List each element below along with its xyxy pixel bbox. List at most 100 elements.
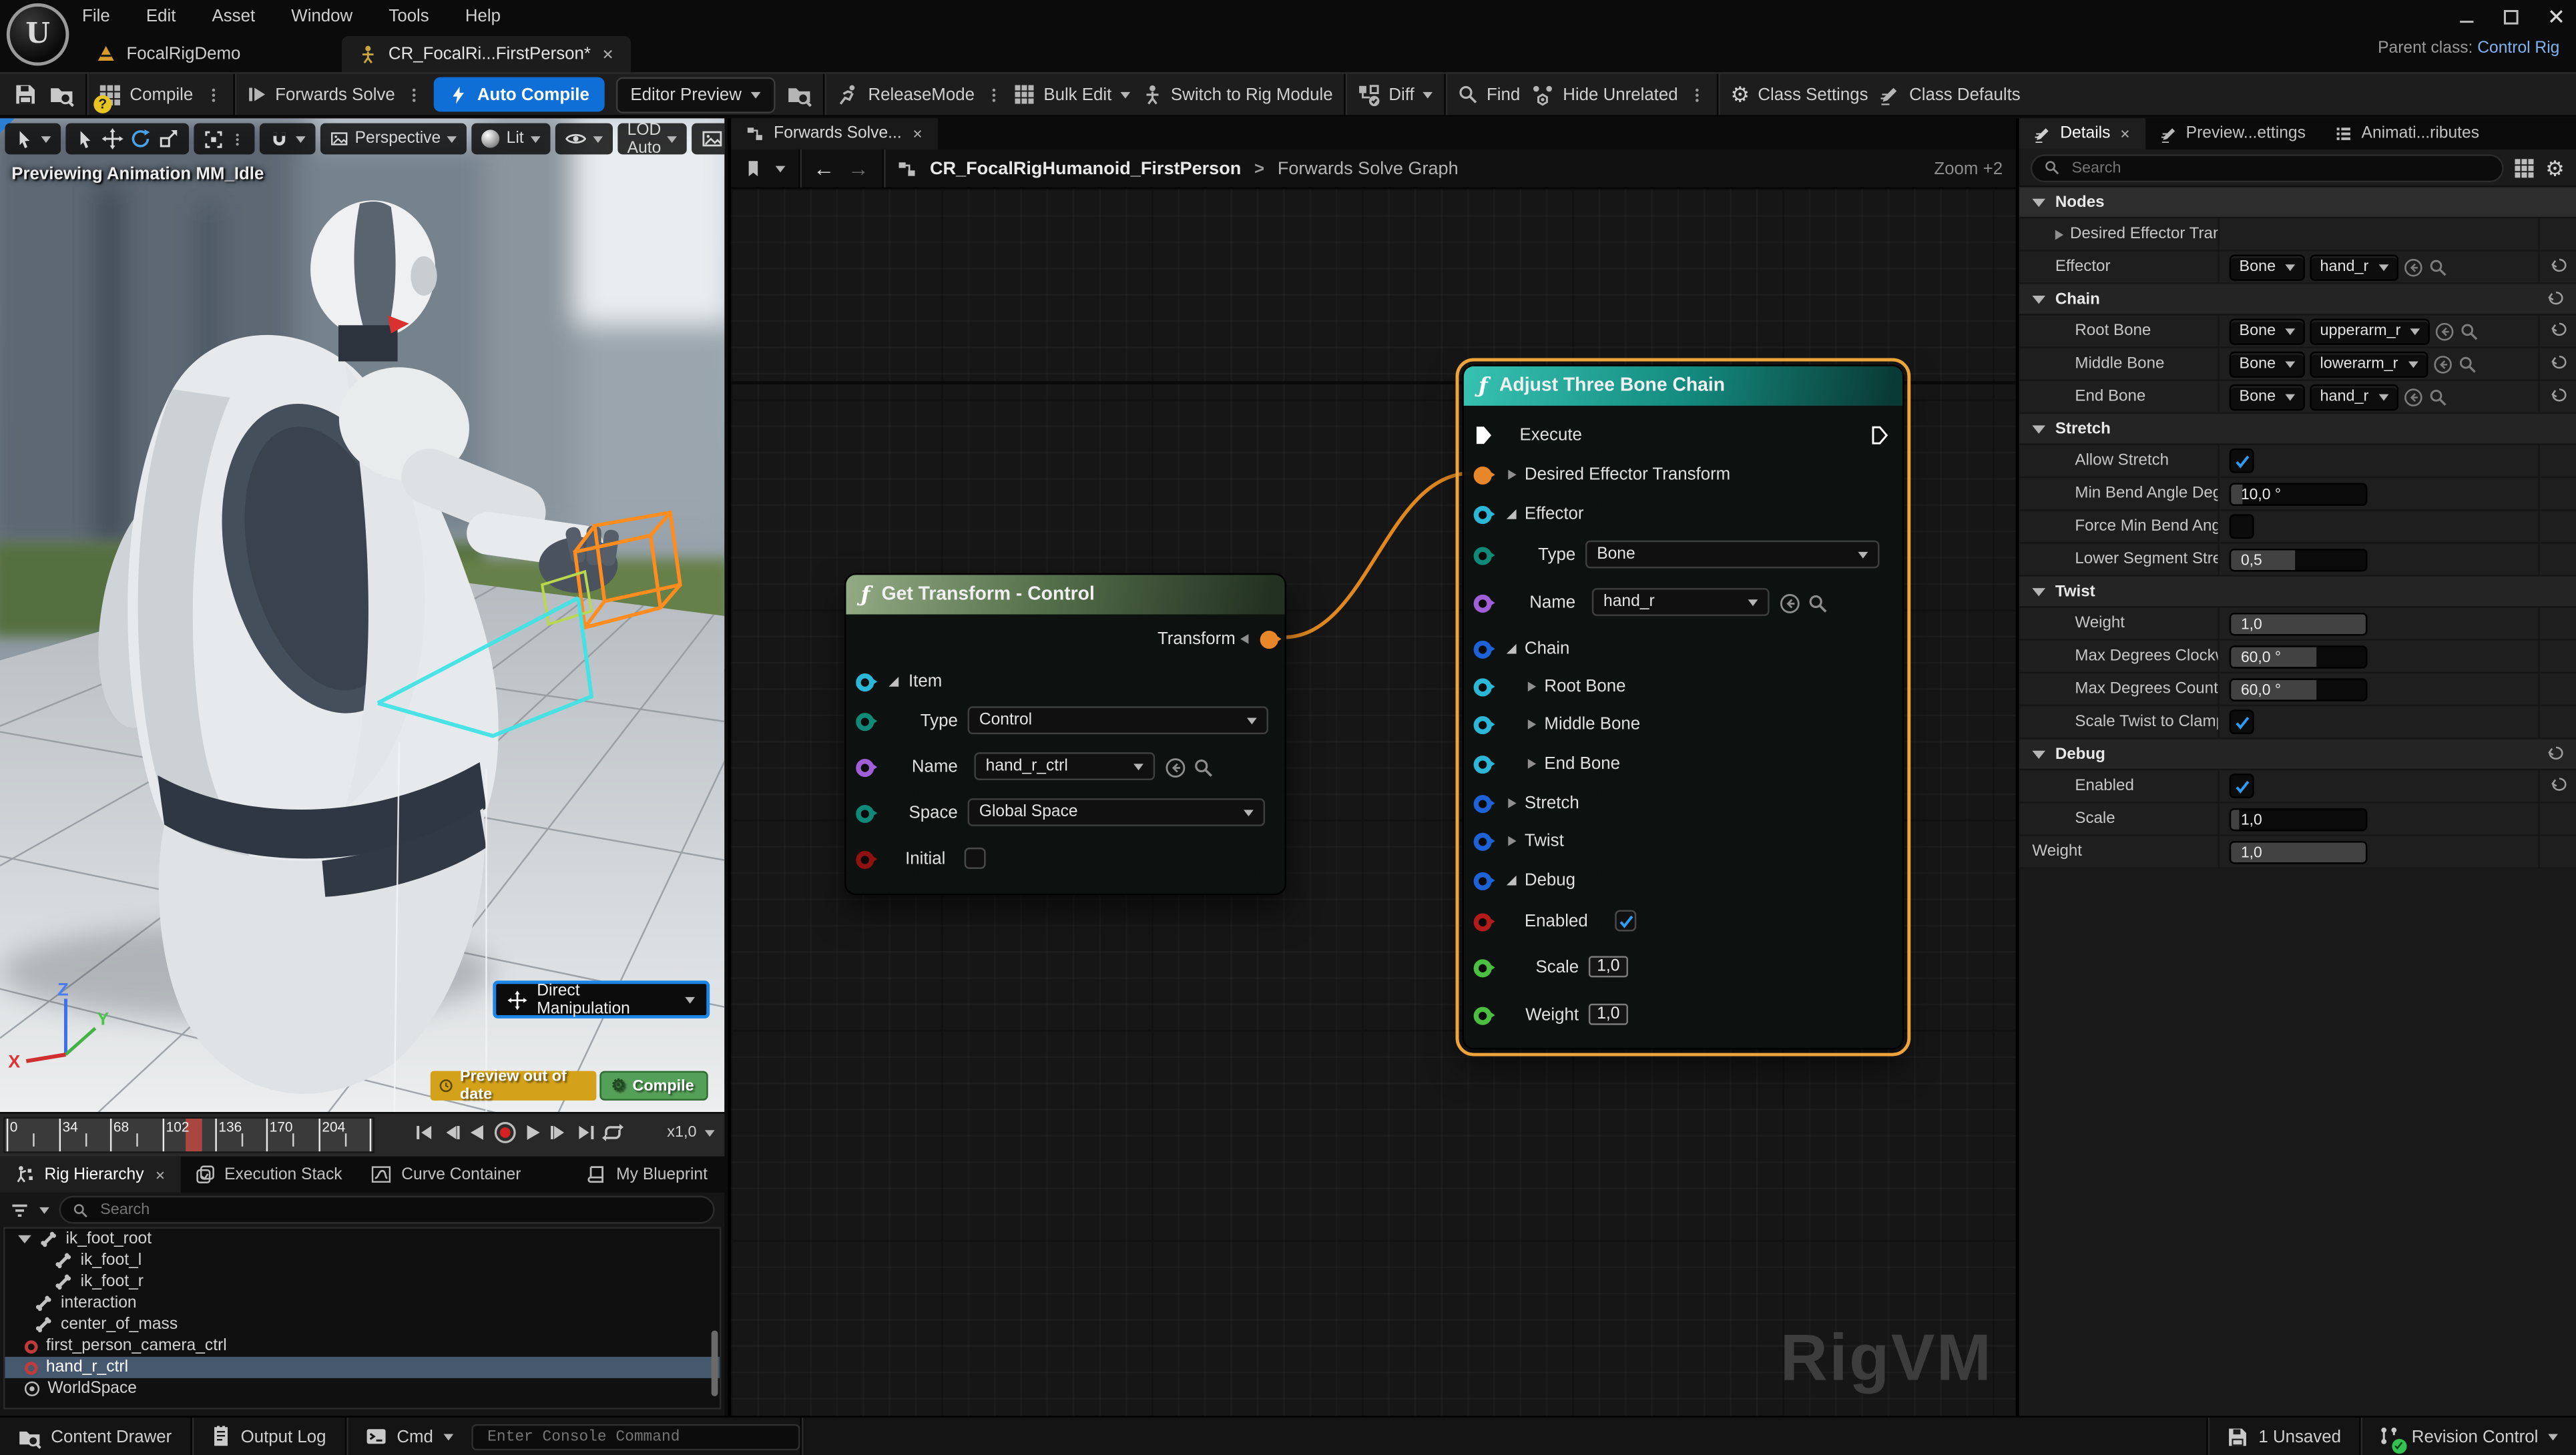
node-adjust-three-bone-chain[interactable]: ƒ Adjust Three Bone Chain Execute Desire… (1462, 364, 1904, 1049)
details-search-input[interactable] (2069, 157, 2491, 178)
compile-options-kebab-icon[interactable] (204, 85, 221, 105)
reset-to-default-icon[interactable] (2549, 355, 2567, 373)
max-degrees-counter-clockwise-slider[interactable]: 60,0 ° (2230, 677, 2368, 700)
initial-input-pin[interactable] (856, 850, 874, 868)
close-tab-icon[interactable] (154, 1169, 165, 1180)
search-icon[interactable] (1807, 593, 1828, 614)
force-min-bend-checkbox[interactable] (2230, 514, 2254, 539)
tree-item-ik-foot-root[interactable]: ik_foot_root (5, 1229, 720, 1250)
select-tool-icon[interactable] (75, 129, 95, 149)
item-input-pin[interactable] (856, 673, 874, 691)
middle-bone-input-pin[interactable] (1474, 715, 1492, 734)
close-tab-icon[interactable] (911, 128, 923, 139)
output-log-button[interactable]: Output Log (192, 1418, 344, 1455)
initial-checkbox[interactable] (965, 848, 986, 869)
play-button[interactable] (523, 1122, 544, 1143)
switch-to-rig-module-button[interactable]: Switch to Rig Module (1141, 84, 1333, 105)
tab-curve-container[interactable]: Curve Container (357, 1157, 536, 1193)
hierarchy-search-input[interactable] (97, 1199, 702, 1221)
middle-bone-name-dropdown[interactable]: lowerarm_r (2310, 350, 2428, 376)
tab-forwards-solve[interactable]: Forwards Solve... (731, 118, 938, 150)
timeline-ruler[interactable]: 0 34 68 102 136 170 204 (3, 1117, 374, 1153)
lit-mode-dropdown[interactable]: Lit (472, 123, 550, 155)
pick-from-selection-icon[interactable] (2403, 257, 2423, 277)
frame-selection-icon[interactable] (204, 129, 224, 149)
reset-to-default-icon[interactable] (2549, 777, 2567, 795)
direct-manipulation-button[interactable]: Direct Manipulation (493, 980, 710, 1019)
scale-tool-icon[interactable] (158, 128, 179, 150)
tree-item-ik-foot-r[interactable]: ik_foot_r (5, 1271, 720, 1293)
pick-from-selection-icon[interactable] (2432, 354, 2453, 374)
space-input-pin[interactable] (856, 804, 874, 822)
move-tool-icon[interactable] (102, 128, 123, 150)
playback-speed-dropdown[interactable]: x1,0 (667, 1123, 714, 1141)
search-icon[interactable] (2428, 387, 2448, 407)
stretch-input-pin[interactable] (1474, 794, 1492, 812)
debug-enabled-checkbox[interactable] (2230, 774, 2254, 798)
menu-tools[interactable]: Tools (389, 7, 429, 27)
minimize-icon[interactable] (2458, 7, 2476, 25)
chain-input-pin[interactable] (1474, 640, 1492, 658)
name-input-pin[interactable] (1474, 594, 1492, 612)
max-degrees-clockwise-slider[interactable]: 60,0 ° (2230, 645, 2368, 667)
viewport-kebab-icon[interactable] (230, 129, 245, 149)
tab-animation-attributes[interactable]: Animati...ributes (2320, 118, 2494, 150)
breadcrumb-root[interactable]: CR_FocalRigHumanoid_FirstPerson (930, 158, 1241, 178)
release-mode-button[interactable]: ReleaseMode (837, 83, 975, 105)
menu-edit[interactable]: Edit (146, 7, 176, 27)
name-dropdown[interactable]: hand_r (1592, 588, 1770, 616)
type-input-pin[interactable] (1474, 546, 1492, 564)
section-nodes[interactable]: Nodes (2019, 188, 2576, 219)
section-chain[interactable]: Chain (2019, 284, 2576, 316)
weight-value-field[interactable]: 1,0 (1589, 1004, 1628, 1025)
collapse-arrow-icon[interactable] (1508, 798, 1516, 808)
pick-from-selection-icon[interactable] (2403, 387, 2423, 407)
twist-input-pin[interactable] (1474, 832, 1492, 850)
unsaved-assets-button[interactable]: 1 Unsaved (2208, 1418, 2359, 1455)
release-mode-kebab-icon[interactable] (986, 85, 1003, 105)
expand-arrow-icon[interactable] (1507, 509, 1517, 519)
reset-to-default-icon[interactable] (2549, 322, 2567, 340)
display-filter-grid-icon[interactable] (2514, 157, 2535, 178)
node-header[interactable]: ƒ Adjust Three Bone Chain (1464, 366, 1902, 406)
tab-details[interactable]: Details (2019, 118, 2145, 150)
go-to-end-button[interactable] (575, 1122, 596, 1143)
diff-dropdown[interactable]: Diff (1358, 83, 1433, 105)
tab-execution-stack[interactable]: Execution Stack (180, 1157, 357, 1193)
tree-scrollbar[interactable] (712, 1330, 718, 1396)
search-icon[interactable] (2457, 354, 2477, 374)
end-bone-type-dropdown[interactable]: Bone (2230, 384, 2306, 410)
desired-effector-input-pin[interactable] (1474, 466, 1492, 484)
asset-breadcrumb-focalrigdemo[interactable]: FocalRigDemo (72, 43, 264, 72)
reset-to-default-icon[interactable] (2547, 745, 2565, 763)
auto-compile-button[interactable]: Auto Compile (435, 77, 604, 112)
execute-output-pin[interactable] (1871, 425, 1891, 445)
maximize-icon[interactable] (2502, 7, 2520, 25)
menu-asset[interactable]: Asset (212, 7, 256, 27)
show-flags-dropdown[interactable] (555, 123, 612, 155)
preview-out-of-date-button[interactable]: Preview out of date (431, 1071, 597, 1101)
tree-item-worldspace[interactable]: WorldSpace (5, 1378, 720, 1400)
reset-to-default-icon[interactable] (2547, 290, 2565, 308)
tree-item-interaction[interactable]: interaction (5, 1293, 720, 1314)
section-stretch[interactable]: Stretch (2019, 414, 2576, 445)
lower-segment-stretch-slider[interactable]: 0,5 (2230, 548, 2368, 571)
pick-from-selection-icon[interactable] (1165, 758, 1186, 779)
save-icon[interactable] (13, 82, 38, 107)
menu-window[interactable]: Window (291, 7, 352, 27)
allow-stretch-checkbox[interactable] (2230, 449, 2254, 473)
revision-control-dropdown[interactable]: Revision Control (2360, 1418, 2576, 1455)
record-button[interactable] (493, 1120, 517, 1145)
expand-arrow-icon[interactable] (18, 1235, 31, 1243)
compile-button[interactable]: ? Compile (99, 83, 194, 105)
end-bone-name-dropdown[interactable]: hand_r (2310, 384, 2398, 410)
tab-preview-scene-settings[interactable]: Preview...ettings (2145, 118, 2320, 150)
cmd-dropdown[interactable]: Cmd (346, 1418, 471, 1455)
space-dropdown[interactable]: Global Space (968, 798, 1265, 826)
solve-options-kebab-icon[interactable] (407, 85, 423, 105)
root-bone-input-pin[interactable] (1474, 677, 1492, 695)
unreal-engine-logo-icon[interactable]: U (7, 3, 69, 66)
effector-name-dropdown[interactable]: hand_r (2310, 254, 2398, 280)
tab-cr-focalrig-firstperson[interactable]: CR_FocalRi...FirstPerson* (342, 36, 630, 72)
scale-value-field[interactable]: 1,0 (1589, 956, 1628, 977)
